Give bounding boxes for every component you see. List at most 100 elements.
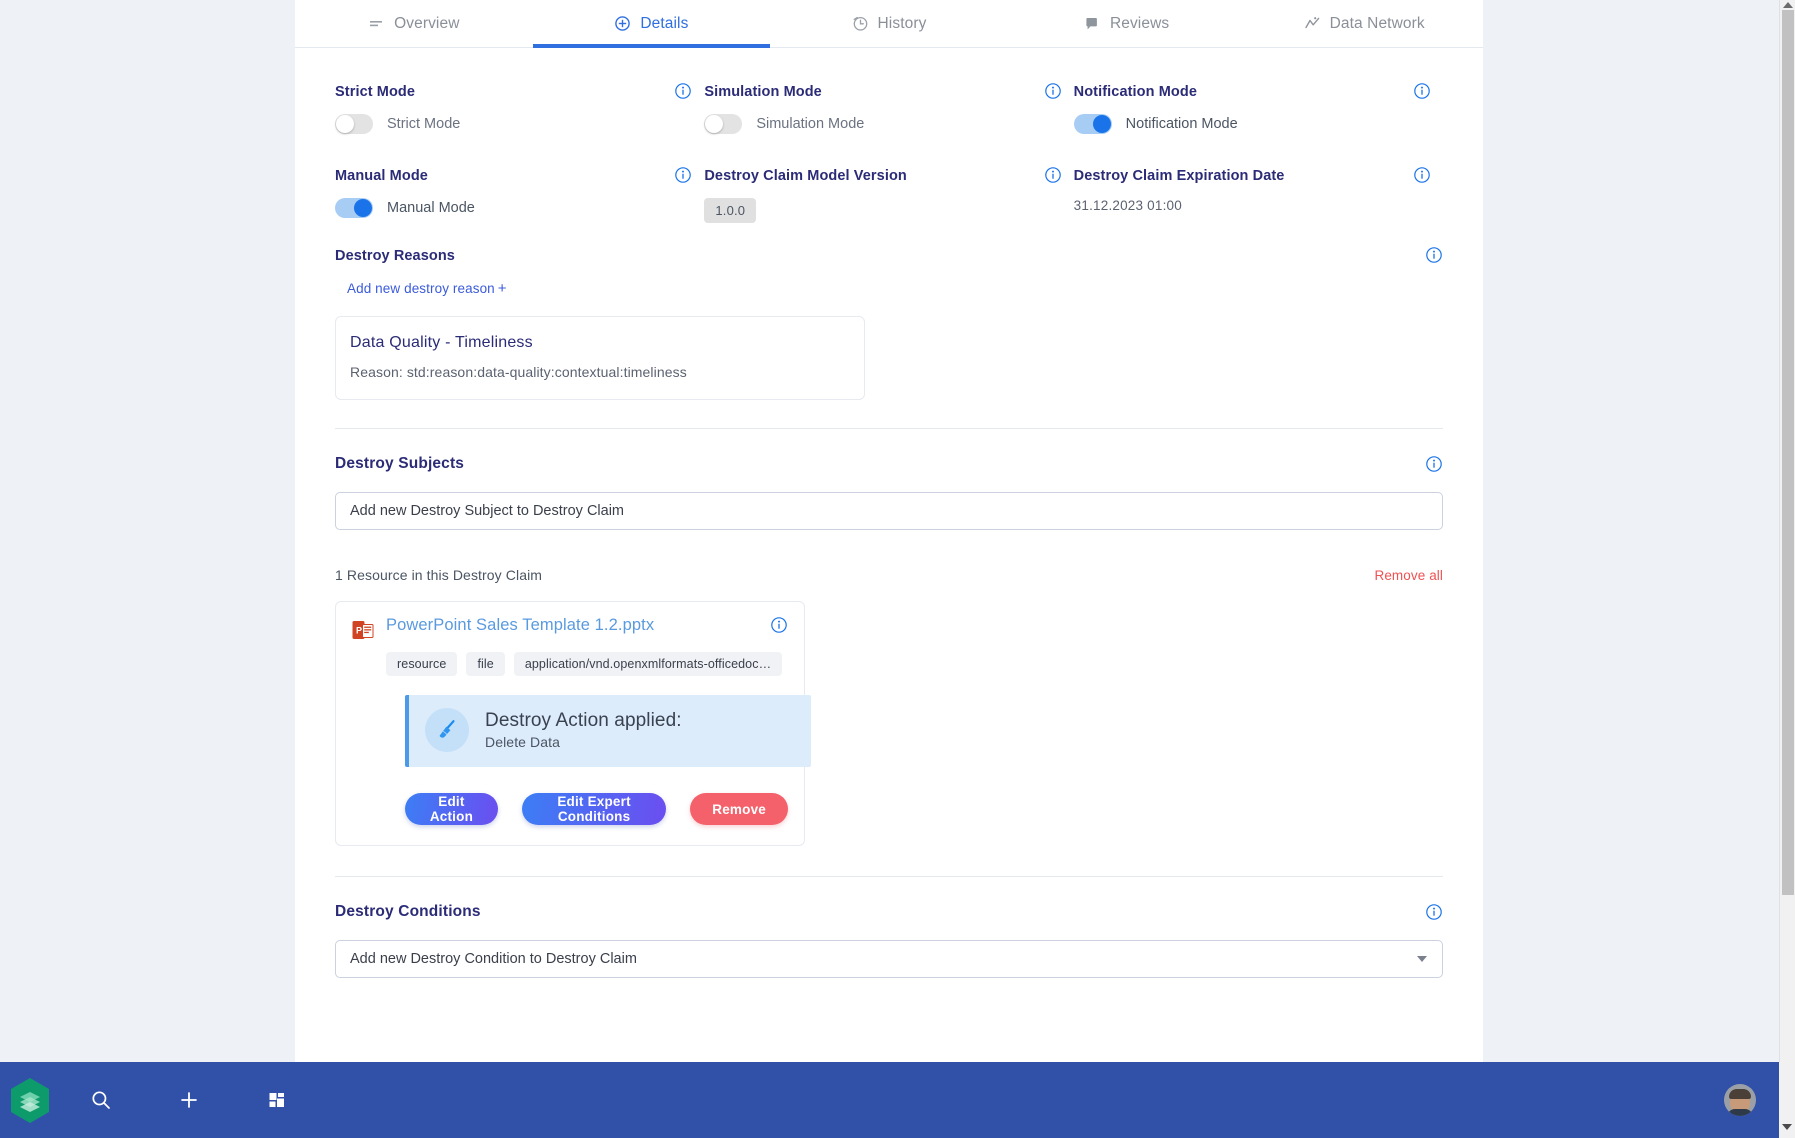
destroy-reasons-section: Destroy Reasons Add new destroy reason + …	[335, 246, 1443, 400]
scroll-up-arrow-icon[interactable]	[1783, 2, 1793, 8]
destroy-conditions-section: Destroy Conditions Add new Destroy Condi…	[335, 903, 1443, 978]
scroll-down-arrow-icon[interactable]	[1782, 1124, 1792, 1130]
strict-mode-toggle-row: Strict Mode	[335, 114, 664, 134]
info-icon[interactable]	[1044, 166, 1062, 184]
resource-tag: application/vnd.openxmlformats-officedoc…	[513, 652, 783, 676]
tab-details-label: Details	[640, 14, 689, 32]
destroy-subjects-section: Destroy Subjects	[335, 455, 1443, 530]
destroy-reason-title: Data Quality - Timeliness	[350, 334, 533, 351]
add-destroy-reason-link[interactable]: Add new destroy reason +	[347, 280, 507, 297]
destroy-condition-select-wrap: Add new Destroy Condition to Destroy Cla…	[335, 940, 1443, 978]
destroy-reasons-label: Destroy Reasons	[335, 248, 455, 264]
trend-line-icon	[1304, 15, 1321, 32]
info-icon[interactable]	[674, 166, 692, 184]
add-destroy-reason-label: Add new destroy reason	[347, 281, 495, 296]
tab-overview-label: Overview	[394, 14, 460, 32]
tab-history-label: History	[877, 14, 927, 32]
setting-manual-mode-label: Manual Mode	[335, 168, 428, 184]
tab-data-network[interactable]: Data Network	[1245, 0, 1483, 47]
resource-header: P PowerPoint Sales Template 1.2.pptx	[352, 616, 788, 643]
scroll-down-area[interactable]	[1779, 1062, 1795, 1138]
page-scrollbar[interactable]	[1779, 0, 1795, 1062]
search-icon[interactable]	[75, 1074, 127, 1126]
strict-mode-switch-label: Strict Mode	[387, 116, 461, 132]
destroy-reason-card[interactable]: Data Quality - Timeliness Reason: std:re…	[335, 316, 865, 400]
simulation-mode-switch-label: Simulation Mode	[756, 116, 865, 132]
list-icon	[368, 15, 385, 32]
setting-manual-mode: Manual Mode Manual Mode	[335, 166, 704, 234]
model-version-chip: 1.0.0	[704, 198, 757, 223]
divider	[335, 876, 1443, 877]
remove-all-button[interactable]: Remove all	[1374, 568, 1443, 583]
plus-icon: +	[497, 280, 507, 297]
user-avatar[interactable]	[1724, 1084, 1756, 1116]
tab-history[interactable]: History	[770, 0, 1008, 47]
info-icon[interactable]	[1044, 82, 1062, 100]
setting-model-version: Destroy Claim Model Version 1.0.0	[704, 166, 1073, 234]
destroy-action-subtitle: Delete Data	[485, 734, 561, 750]
destroy-conditions-title: Destroy Conditions	[335, 903, 481, 920]
setting-expiration-date-label: Destroy Claim Expiration Date	[1073, 168, 1285, 184]
manual-mode-switch[interactable]	[335, 198, 373, 218]
svg-text:P: P	[356, 626, 362, 636]
resource-name-link[interactable]: PowerPoint Sales Template 1.2.pptx	[386, 616, 654, 635]
info-icon[interactable]	[1425, 903, 1443, 921]
tab-details[interactable]: Details	[532, 0, 771, 48]
notification-mode-switch-label: Notification Mode	[1125, 116, 1238, 132]
destroy-action-text-group: Destroy Action applied: Delete Data	[485, 710, 682, 750]
destroy-reason-subtitle: Reason: std:reason:data-quality:contextu…	[350, 364, 687, 380]
plus-circle-icon	[614, 15, 631, 32]
edit-action-button[interactable]: Edit Action	[405, 793, 498, 825]
divider	[335, 428, 1443, 429]
destroy-condition-select[interactable]: Add new Destroy Condition to Destroy Cla…	[335, 940, 1443, 978]
resource-tag: file	[466, 652, 505, 676]
edit-expert-conditions-button[interactable]: Edit Expert Conditions	[521, 793, 667, 825]
setting-simulation-mode: Simulation Mode Simulation Mode	[704, 82, 1073, 150]
tab-reviews[interactable]: Reviews	[1008, 0, 1246, 47]
notification-mode-switch[interactable]	[1073, 114, 1112, 134]
hexagon-stack-logo[interactable]	[9, 1077, 51, 1124]
info-icon[interactable]	[1425, 246, 1443, 264]
destroy-subjects-title: Destroy Subjects	[335, 455, 465, 472]
settings-grid: Strict Mode Strict Mode Simulation Mode …	[335, 82, 1443, 252]
apps-grid-icon[interactable]	[251, 1074, 303, 1126]
destroy-action-banner: Destroy Action applied: Delete Data	[405, 695, 811, 767]
manual-mode-toggle-row: Manual Mode	[335, 198, 664, 218]
manual-mode-switch-label: Manual Mode	[387, 200, 475, 216]
destroy-subject-input[interactable]	[335, 492, 1443, 530]
info-icon[interactable]	[1413, 82, 1431, 100]
panel-body: Strict Mode Strict Mode Simulation Mode …	[295, 48, 1483, 978]
tab-reviews-label: Reviews	[1109, 14, 1170, 32]
info-icon[interactable]	[1413, 166, 1431, 184]
info-icon[interactable]	[1425, 455, 1443, 473]
destroy-action-title: Destroy Action applied:	[485, 710, 682, 731]
resource-count-row: 1 Resource in this Destroy Claim Remove …	[335, 567, 1443, 583]
simulation-mode-toggle-row: Simulation Mode	[704, 114, 1033, 134]
setting-expiration-date: Destroy Claim Expiration Date 31.12.2023…	[1073, 166, 1443, 234]
setting-strict-mode: Strict Mode Strict Mode	[335, 82, 704, 150]
broom-icon	[425, 708, 469, 752]
strict-mode-switch[interactable]	[335, 114, 373, 134]
tab-overview[interactable]: Overview	[295, 0, 533, 47]
comment-icon	[1084, 15, 1101, 32]
setting-notification-mode: Notification Mode Notification Mode	[1073, 82, 1443, 150]
simulation-mode-switch[interactable]	[704, 114, 743, 134]
remove-resource-button[interactable]: Remove	[690, 793, 788, 825]
powerpoint-file-icon: P	[352, 619, 374, 643]
destroy-condition-select-value: Add new Destroy Condition to Destroy Cla…	[350, 951, 637, 967]
plus-icon[interactable]	[163, 1074, 215, 1126]
avatar-hair	[1729, 1089, 1751, 1100]
scrollbar-thumb[interactable]	[1782, 10, 1794, 895]
tab-data-network-label: Data Network	[1329, 14, 1425, 32]
tab-bar: Overview Details History Reviews Data Ne…	[295, 0, 1483, 48]
info-icon[interactable]	[674, 82, 692, 100]
resource-count-text: 1 Resource in this Destroy Claim	[335, 567, 543, 583]
clock-icon	[852, 15, 869, 32]
resource-tag: resource	[386, 652, 458, 676]
main-content-panel: Overview Details History Reviews Data Ne…	[295, 0, 1483, 1063]
notification-mode-toggle-row: Notification Mode	[1073, 114, 1403, 134]
expiration-date-value: 31.12.2023 01:00	[1073, 198, 1182, 213]
setting-strict-mode-label: Strict Mode	[335, 84, 416, 100]
resource-card: P PowerPoint Sales Template 1.2.pptx res…	[335, 601, 811, 846]
info-icon[interactable]	[770, 616, 788, 634]
